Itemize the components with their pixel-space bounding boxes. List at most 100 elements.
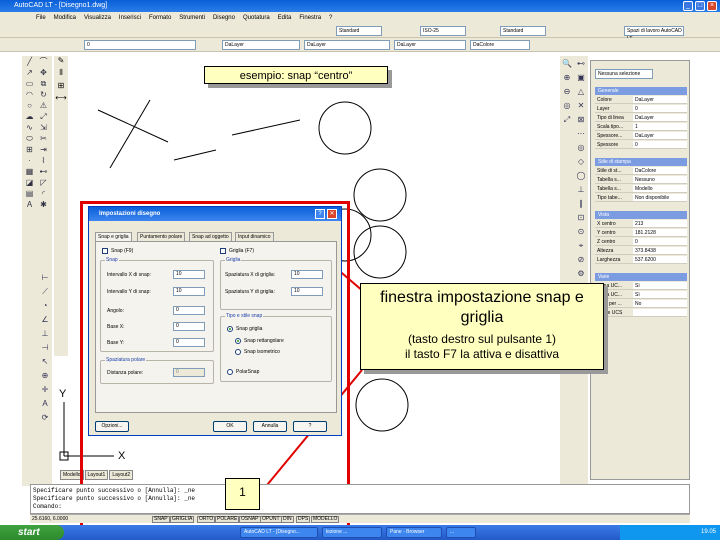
polar-snap-label: PolarSnap [236, 369, 260, 375]
snap-rect-radio[interactable] [235, 338, 241, 344]
status-toggle-button[interactable]: MODELLO [311, 516, 340, 523]
grid-checkbox[interactable] [220, 248, 226, 254]
property-section-header[interactable]: Generale [595, 87, 687, 95]
property-value: 0 [635, 142, 638, 148]
snap-grid-radio[interactable] [227, 326, 233, 332]
property-row[interactable]: Spessore... DaLayer [595, 132, 687, 140]
snap-type-group: Tipo e stile snap Snap griglia Snap rett… [220, 313, 332, 382]
status-toggle-button[interactable]: DIN [281, 516, 294, 523]
help-button[interactable]: ? [293, 421, 327, 432]
snap-iso-radio[interactable] [235, 349, 241, 355]
property-row[interactable]: Layer 0 [595, 105, 687, 113]
snap-checkbox[interactable] [102, 248, 108, 254]
ucs-y-label: Y [59, 388, 67, 400]
status-toggle-button[interactable]: OPUNT [260, 516, 282, 523]
property-row[interactable]: X centro 213 [595, 220, 687, 228]
angle-input[interactable]: 0 [173, 306, 205, 315]
status-toggle-button[interactable]: POLARE [215, 516, 240, 523]
status-toggle-button[interactable]: OSNAP [239, 516, 261, 523]
property-section-header[interactable]: Vista [595, 211, 687, 219]
property-row[interactable]: Tipo tabe... Non disponibile [595, 194, 687, 202]
property-value: DaColore [635, 168, 657, 174]
command-line: Specificare punto successivo o [Annulla]… [33, 495, 196, 502]
status-toggle-button[interactable]: ORTO [197, 516, 216, 523]
property-key: Y centro [595, 229, 633, 236]
snap-rect-label: Snap rettangolare [244, 338, 284, 344]
property-value [633, 309, 687, 316]
property-value: 1 [635, 124, 638, 130]
property-key: Spessore... [595, 132, 633, 139]
property-row[interactable]: Tabella s... Nessuno [595, 176, 687, 184]
property-key: Tabella s... [595, 176, 633, 183]
tab-dynamic-input[interactable]: Input dinamico [235, 232, 274, 241]
property-key: Tipo tabe... [595, 194, 633, 201]
start-button[interactable]: start [0, 525, 64, 540]
tab-object-snap[interactable]: Snap ad oggetto [189, 232, 232, 241]
base-y-label: Base Y: [107, 340, 125, 346]
snap-group-title: Snap [105, 257, 119, 263]
property-row[interactable]: Tipo di linea DaLayer [595, 114, 687, 122]
property-row[interactable]: Icona UC... Sì [595, 282, 687, 290]
dialog-close-button[interactable]: ✕ [327, 209, 337, 219]
callout-sub-line1: (tasto destro sul pulsante 1) [407, 332, 557, 346]
dialog-help-button[interactable]: ? [315, 209, 325, 219]
command-prompt[interactable]: Comando: [33, 503, 687, 511]
task-button[interactable]: lezione ... [322, 527, 382, 538]
polar-distance-label: Distanza polare: [107, 370, 144, 376]
polar-snap-radio[interactable] [227, 369, 233, 375]
property-row[interactable]: Y centro 181.2128 [595, 229, 687, 237]
task-button[interactable]: ... [446, 527, 476, 538]
property-row[interactable]: Scala tipo... 1 [595, 123, 687, 131]
polar-distance-input[interactable]: 0 [173, 368, 205, 377]
grid-group-title: Griglia [225, 257, 242, 263]
command-line: Specificare punto successivo o [Annulla]… [33, 487, 196, 494]
task-button[interactable]: AutoCAD LT - [Disegno... [240, 527, 318, 538]
base-x-input[interactable]: 0 [173, 322, 205, 331]
property-value: DaLayer [635, 133, 654, 139]
tab-polar-tracking[interactable]: Puntamento polare [137, 232, 186, 241]
polar-group-title: Spaziatura polare [105, 357, 147, 363]
task-button[interactable]: Pane - Browser [386, 527, 442, 538]
snap-grid-panel: Snap (F9) Griglia (F7) Snap Intervallo X… [95, 241, 337, 413]
property-section-header[interactable]: Stile di stampa [595, 158, 687, 166]
property-section-header[interactable]: Varie [595, 273, 687, 281]
dialog-title: Impostazioni disegno [89, 207, 341, 221]
property-row[interactable]: Nome UCS [595, 309, 687, 317]
property-row[interactable]: Larghezza 537.6200 [595, 256, 687, 264]
property-key: Tipo di linea [595, 114, 633, 121]
options-button[interactable]: Opzioni... [95, 421, 129, 432]
grid-y-input[interactable]: 10 [291, 287, 323, 296]
snap-x-input[interactable]: 10 [173, 270, 205, 279]
property-value: Nessuno [635, 177, 655, 183]
callout-sub-line2: il tasto F7 la attiva e disattiva [404, 347, 560, 361]
property-value: 0 [635, 106, 638, 112]
status-toggle-button[interactable]: SNAP [152, 516, 170, 523]
selection-combo[interactable]: Nessuna selezione [595, 69, 653, 79]
cancel-button[interactable]: Annulla [253, 421, 287, 432]
grid-checkbox-label: Griglia (F7) [229, 248, 255, 254]
property-row[interactable]: Tabella s... Modello [595, 185, 687, 193]
property-row[interactable]: Spessore 0 [595, 141, 687, 149]
base-y-input[interactable]: 0 [173, 338, 205, 347]
property-row[interactable]: Z centro 0 [595, 238, 687, 246]
status-bar: 25.6160, 6.0000 SNAP GRIGLIA ORTO POLARE OSN… [30, 514, 690, 523]
command-window[interactable]: Specificare punto successivo o [Annulla]… [30, 484, 690, 514]
property-row[interactable]: UCS per ... No [595, 300, 687, 308]
grid-x-input[interactable]: 10 [291, 270, 323, 279]
callout-main-text: finestra impostazione snap e griglia [380, 289, 584, 326]
ok-button[interactable]: OK [213, 421, 247, 432]
property-row[interactable]: Altezza 373.8438 [595, 247, 687, 255]
property-row[interactable]: Stile di st... DaColore [595, 167, 687, 175]
property-value: Modello [635, 186, 653, 192]
drawn-circle [355, 378, 409, 432]
snap-y-input[interactable]: 10 [173, 287, 205, 296]
drawn-line [173, 149, 217, 161]
property-key: Scala tipo... [595, 123, 633, 130]
property-key: Stile di st... [595, 167, 633, 174]
status-toggle-button[interactable]: DPS [296, 516, 311, 523]
property-row[interactable]: Icona UC... Sì [595, 291, 687, 299]
property-row[interactable]: Colore DaLayer [595, 96, 687, 104]
tab-snap-grid[interactable]: Snap e griglia [95, 232, 132, 241]
property-value: Sì [635, 283, 640, 289]
status-toggle-button[interactable]: GRIGLIA [170, 516, 195, 523]
